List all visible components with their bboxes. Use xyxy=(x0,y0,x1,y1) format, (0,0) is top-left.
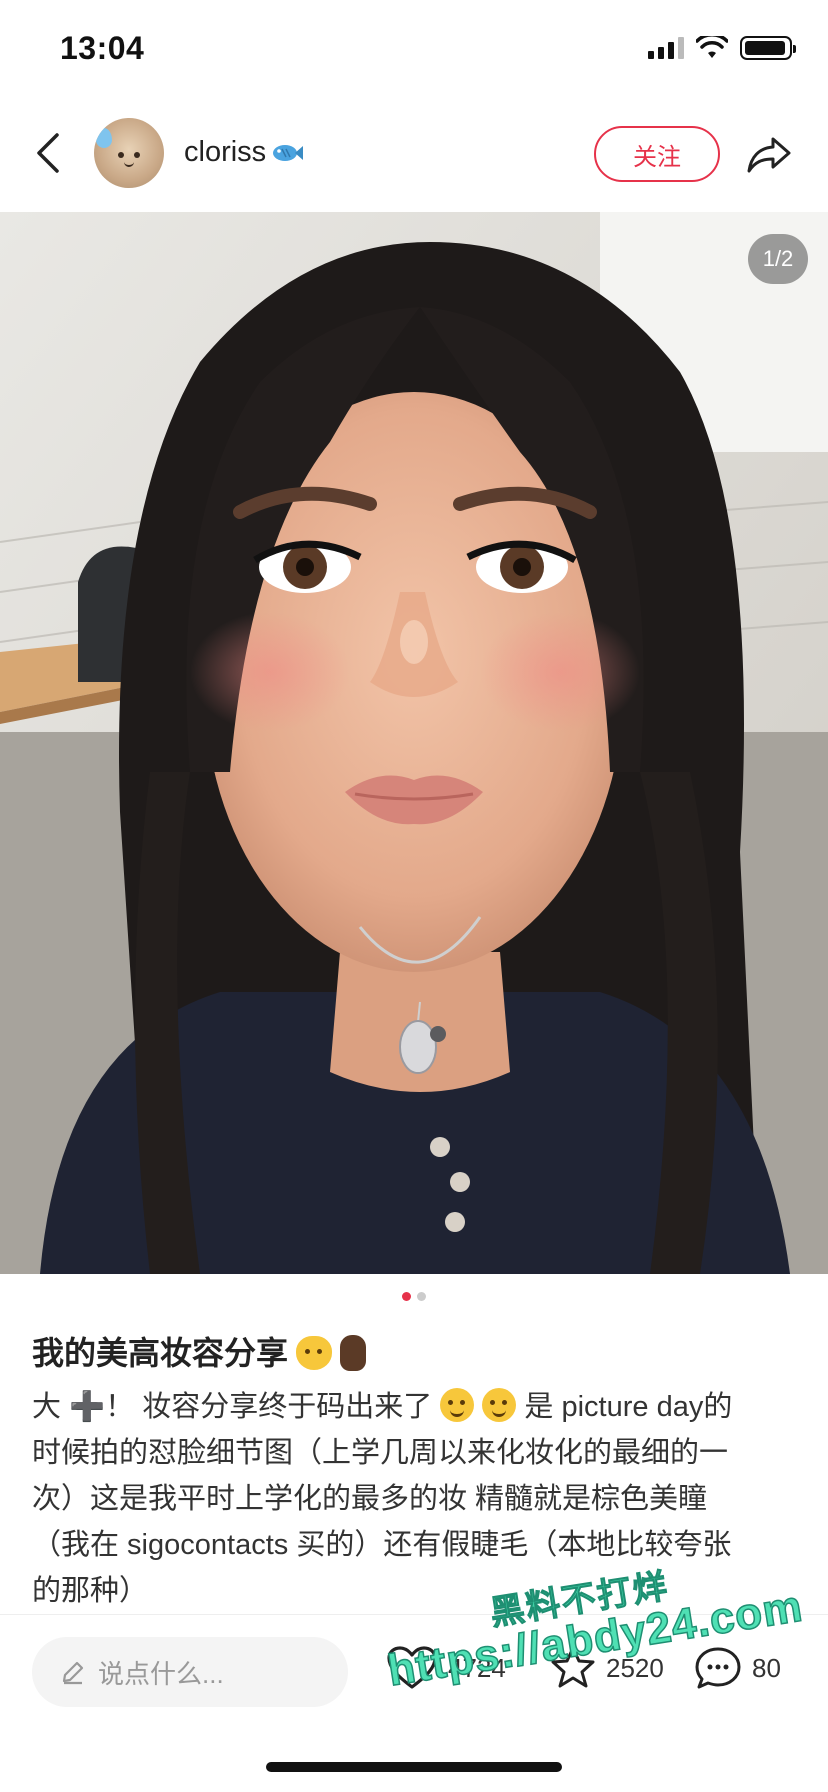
smiling-cat-icon xyxy=(296,1336,333,1370)
share-icon xyxy=(747,137,791,173)
like-count: 4724 xyxy=(448,1652,506,1683)
collect-button[interactable]: 2520 xyxy=(550,1645,664,1691)
selfie-image xyxy=(0,212,828,1274)
star-icon xyxy=(551,1646,595,1688)
comment-placeholder: 说点什么... xyxy=(98,1658,224,1689)
post-body-line: 大 ➕！ 妆容分享终于码出来了 是 picture day的 xyxy=(32,1384,796,1430)
carousel-dots xyxy=(0,1292,828,1301)
username-link[interactable]: cloriss xyxy=(184,136,304,169)
comment-count: 80 xyxy=(752,1652,781,1683)
bottom-action-bar: 说点什么... 4724 2520 80 xyxy=(0,1614,828,1734)
like-button[interactable]: 4724 xyxy=(386,1645,506,1691)
post-body: 大 ➕！ 妆容分享终于码出来了 是 picture day的 时候拍的怼脸细节图… xyxy=(32,1384,796,1614)
carousel-dot-1[interactable] xyxy=(402,1292,411,1301)
nerd-face-icon xyxy=(482,1388,517,1422)
battery-icon xyxy=(740,36,796,60)
sweat-drop-icon xyxy=(96,128,112,148)
crossed-fingers-icon xyxy=(340,1335,367,1371)
zany-face-icon xyxy=(440,1388,475,1422)
share-button[interactable] xyxy=(744,130,794,180)
avatar[interactable] xyxy=(94,118,164,188)
post-body-line: （我在 sigocontacts 买的）还有假睫毛（本地比较夸张 xyxy=(32,1529,732,1561)
post-photo[interactable]: 1/2 xyxy=(0,212,828,1274)
chevron-left-icon xyxy=(37,133,59,173)
post-title: 我的美高妆容分享 xyxy=(32,1324,796,1382)
comment-input[interactable]: 说点什么... xyxy=(32,1637,348,1707)
heart-icon xyxy=(387,1646,437,1689)
post-content: 我的美高妆容分享 大 ➕！ 妆容分享终于码出来了 是 picture day的 … xyxy=(32,1324,796,1614)
collect-count: 2520 xyxy=(606,1652,664,1683)
pencil-icon xyxy=(62,1661,84,1685)
post-body-line: 时候拍的怼脸细节图（上学几周以来化妆化的最细的一 xyxy=(32,1437,729,1469)
home-indicator[interactable] xyxy=(266,1762,562,1772)
wifi-icon xyxy=(696,36,728,58)
status-icons xyxy=(648,36,796,60)
page-indicator: 1/2 xyxy=(748,234,808,284)
username-text: cloriss xyxy=(184,136,267,168)
carousel-dot-2[interactable] xyxy=(417,1292,426,1301)
status-bar: 13:04 xyxy=(0,0,828,100)
comment-bubble-icon xyxy=(695,1647,741,1689)
fish-icon xyxy=(273,144,304,161)
back-button[interactable] xyxy=(28,126,68,180)
post-title-text: 我的美高妆容分享 xyxy=(32,1335,289,1371)
post-header: cloriss 关注 xyxy=(0,100,828,212)
post-body-line: 的那种） xyxy=(32,1575,149,1607)
status-time: 13:04 xyxy=(60,30,145,66)
cellular-signal-icon xyxy=(648,37,684,59)
follow-button[interactable]: 关注 xyxy=(594,126,720,182)
post-body-line: 次）这是我平时上学化的最多的妆 精髓就是棕色美瞳 xyxy=(32,1483,708,1515)
comment-button[interactable]: 80 xyxy=(694,1645,781,1691)
